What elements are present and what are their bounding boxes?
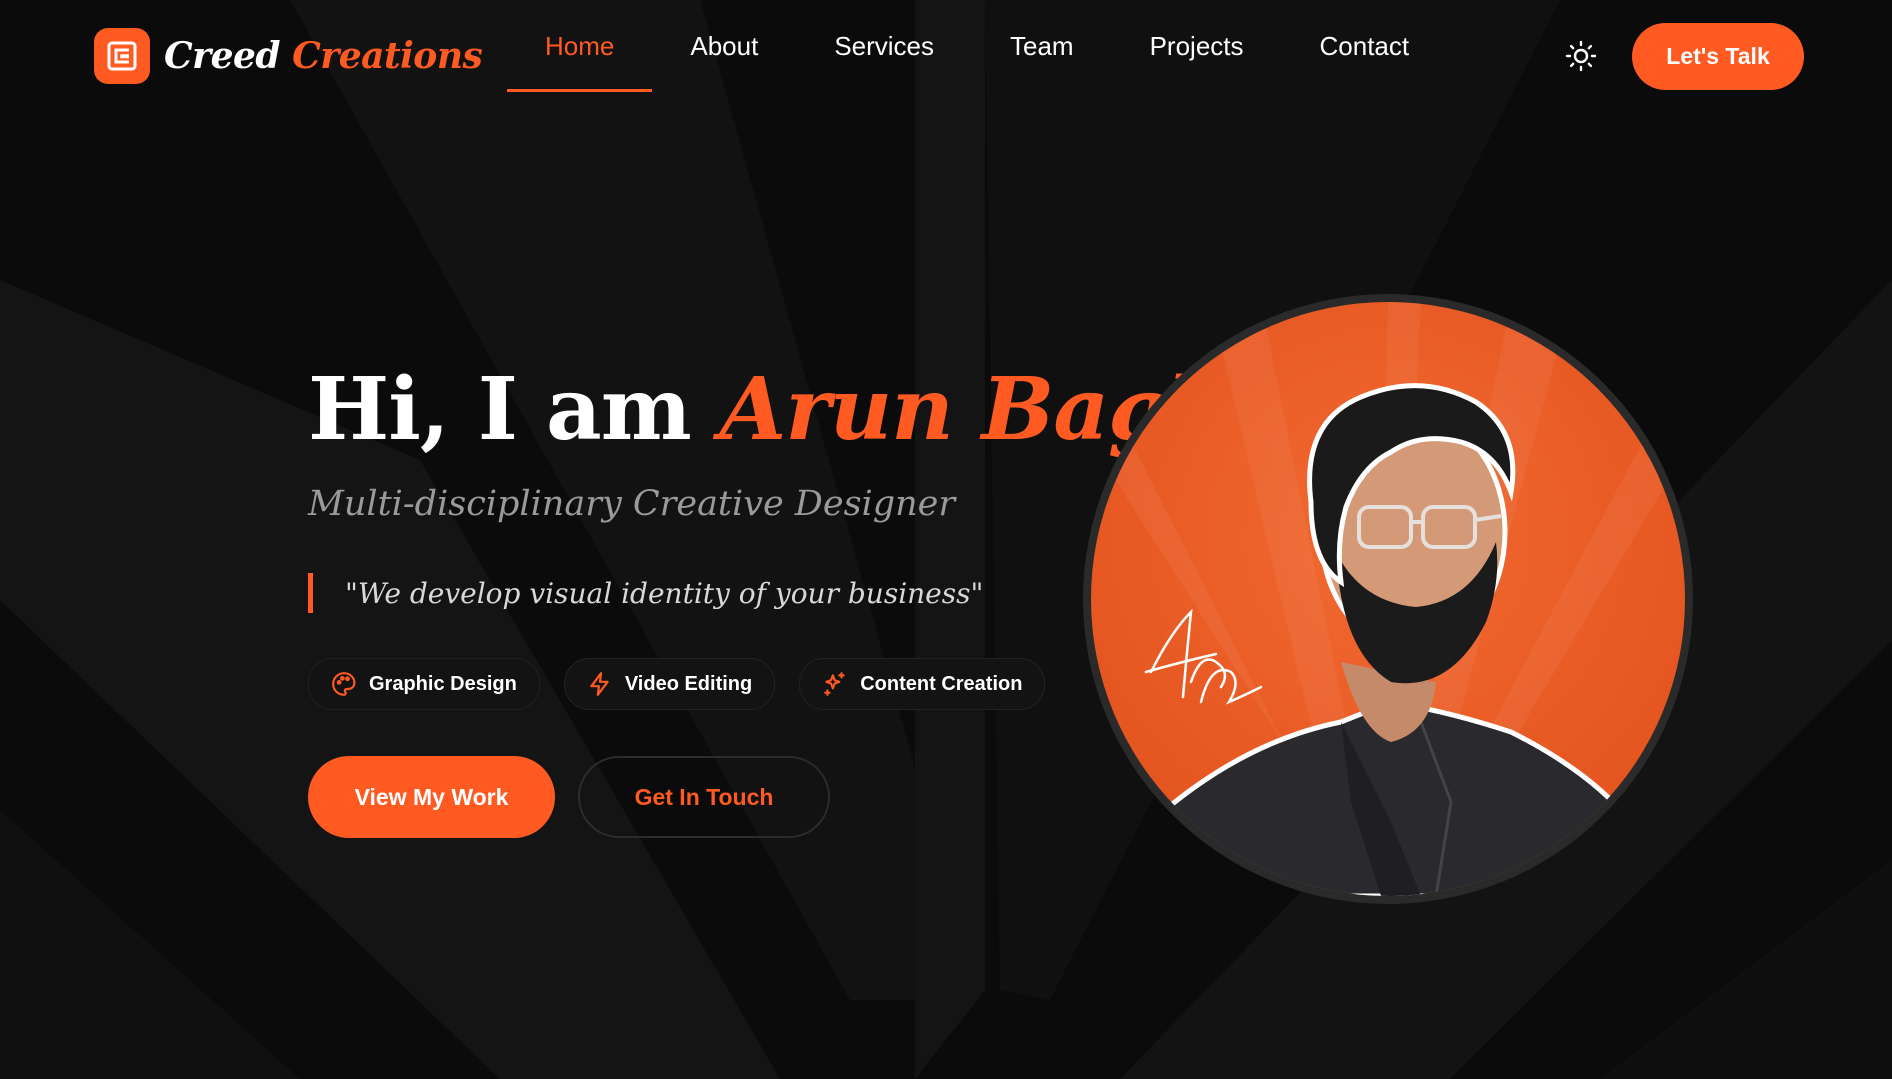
theme-toggle-button[interactable] (1560, 35, 1602, 77)
tag-label: Content Creation (860, 672, 1023, 695)
tag-content-creation[interactable]: Content Creation (799, 658, 1046, 710)
hero-subtitle: Multi-disciplinary Creative Designer (308, 484, 956, 524)
tag-graphic-design[interactable]: Graphic Design (308, 658, 540, 710)
brand-logo[interactable]: Creed Creations (94, 28, 483, 84)
brand-logo-icon (94, 28, 150, 84)
sun-icon (1565, 40, 1597, 72)
nav-item-team[interactable]: Team (972, 0, 1112, 92)
tag-video-editing[interactable]: Video Editing (563, 658, 776, 710)
tag-label: Video Editing (624, 672, 753, 695)
skill-tags: Graphic Design Video Editing Content Cre… (308, 658, 1046, 710)
nav-item-services[interactable]: Services (796, 0, 972, 92)
get-in-touch-button[interactable]: Get In Touch (578, 756, 830, 838)
tag-label: Graphic Design (369, 672, 517, 695)
lets-talk-button[interactable]: Let's Talk (1632, 23, 1804, 90)
nav-item-home[interactable]: Home (507, 0, 653, 92)
view-my-work-button[interactable]: View My Work (308, 756, 555, 838)
sparkles-icon (822, 671, 848, 697)
hero-quote: "We develop visual identity of your busi… (308, 573, 983, 613)
nav-item-about[interactable]: About (652, 0, 796, 92)
nav-item-contact[interactable]: Contact (1282, 0, 1448, 92)
hero-greeting: Hi, I am (308, 359, 692, 460)
lightning-icon (587, 671, 613, 697)
nav-item-projects[interactable]: Projects (1112, 0, 1282, 92)
hero-quote-text: "We develop visual identity of your busi… (345, 576, 984, 610)
brand-word-2: Creations (292, 35, 483, 77)
portrait-frame (1083, 294, 1693, 904)
brand-word-1: Creed (164, 35, 281, 77)
palette-icon (331, 671, 357, 697)
brand-name: Creed Creations (164, 35, 483, 77)
portrait-image (1091, 302, 1685, 896)
main-nav: Home About Services Team Projects Contac… (507, 0, 1447, 92)
